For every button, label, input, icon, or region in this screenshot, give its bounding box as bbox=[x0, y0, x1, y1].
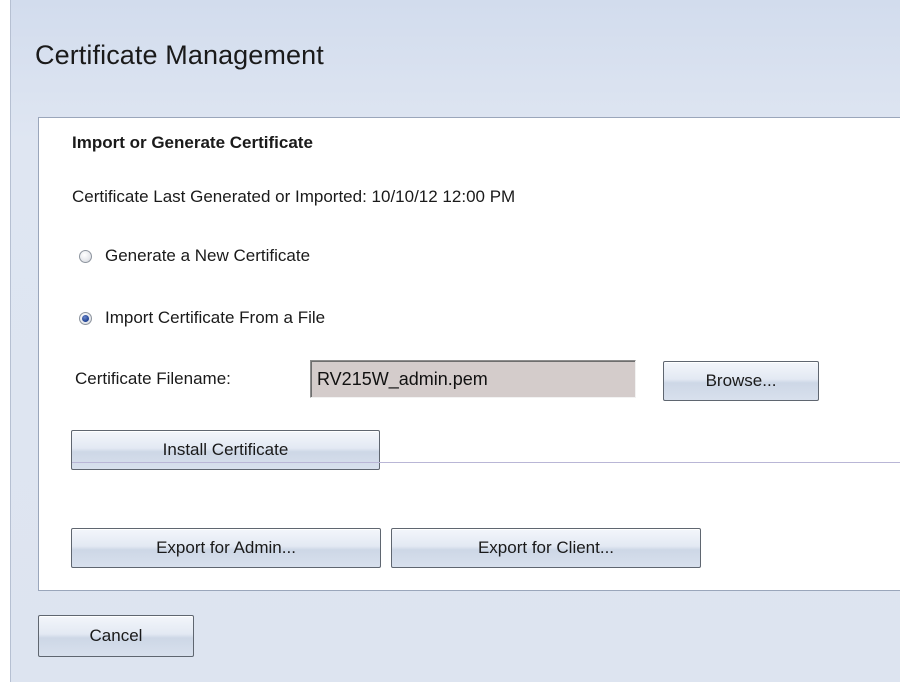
page-title: Certificate Management bbox=[35, 40, 324, 70]
option-generate-new-label: Generate a New Certificate bbox=[105, 246, 311, 265]
divider bbox=[72, 462, 900, 463]
filename-input[interactable] bbox=[310, 360, 636, 398]
radio-import-file[interactable] bbox=[79, 311, 92, 325]
export-admin-button[interactable]: Export for Admin... bbox=[71, 528, 381, 568]
page-background: Certificate Management Import or Generat… bbox=[10, 0, 900, 682]
radio-generate-new[interactable] bbox=[79, 249, 92, 263]
last-generated-text: Certificate Last Generated or Imported: … bbox=[72, 187, 516, 206]
filename-label: Certificate Filename: bbox=[75, 369, 231, 388]
option-import-file[interactable]: Import Certificate From a File bbox=[79, 308, 325, 328]
section-title: Import or Generate Certificate bbox=[72, 133, 313, 152]
install-certificate-button[interactable]: Install Certificate bbox=[71, 430, 380, 470]
export-client-button[interactable]: Export for Client... bbox=[391, 528, 701, 568]
certificate-panel: Import or Generate Certificate Certifica… bbox=[38, 117, 900, 591]
option-import-file-label: Import Certificate From a File bbox=[105, 308, 326, 327]
cancel-button[interactable]: Cancel bbox=[38, 615, 194, 657]
browse-button[interactable]: Browse... bbox=[663, 361, 819, 401]
option-generate-new[interactable]: Generate a New Certificate bbox=[79, 246, 310, 266]
